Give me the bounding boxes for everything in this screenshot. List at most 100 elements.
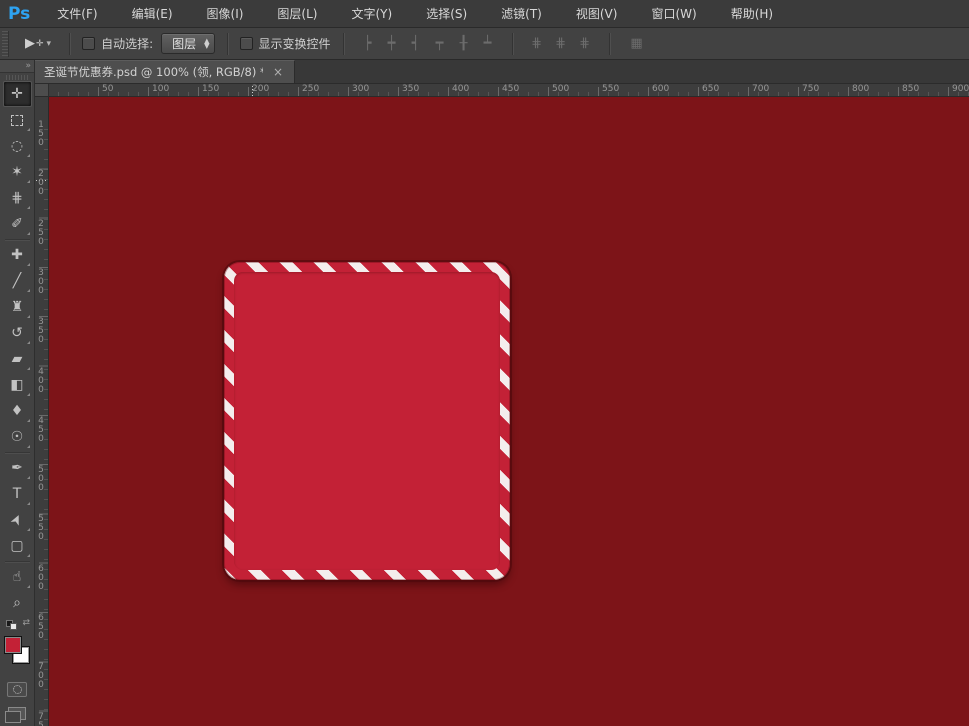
shape-tool[interactable]: ▢ [3,533,32,559]
coupon-shape-layer[interactable] [224,262,510,580]
rectangular-marquee-tool[interactable] [3,107,32,133]
shape-tool-icon: ▢ [10,539,23,553]
align-top-edges-icon[interactable]: ┯ [428,33,452,55]
path-selection-tool-icon: ➤ [8,512,26,529]
type-tool[interactable]: T [3,481,32,507]
tool-group-divider [5,561,30,562]
menu-item-0[interactable]: 文件(F) [40,0,114,27]
zoom-tool[interactable]: ⌕ [3,590,32,616]
align-horizontal-centers-icon[interactable]: ┿ [380,33,404,55]
spot-healing-brush-tool-icon: ✚ [11,248,23,262]
gradient-tool-icon: ◧ [10,378,23,392]
history-brush-tool[interactable]: ↺ [3,320,32,346]
chevron-down-icon: ▾ [47,39,52,49]
h-ruler-label: 150 [202,84,219,94]
separator [69,33,70,55]
auto-select-label: 自动选择: [101,35,153,52]
show-transform-checkbox[interactable] [240,37,253,50]
auto-select-checkbox[interactable] [82,37,95,50]
swap-colors-icon[interactable]: ⇄ [22,618,30,628]
pen-tool[interactable]: ✒ [3,455,32,481]
hand-tool[interactable]: ☝ [3,564,32,590]
menu-item-3[interactable]: 图层(L) [260,0,334,27]
h-ruler-label: 600 [652,84,669,94]
quick-mask-button[interactable] [7,682,27,697]
menu-item-7[interactable]: 视图(V) [559,0,635,27]
gradient-tool[interactable]: ◧ [3,372,32,398]
horizontal-ruler[interactable]: 5010015020025030035040045050055060065070… [35,84,969,97]
h-ruler-label: 200 [252,84,269,94]
brush-tool[interactable]: ╱ [3,268,32,294]
h-ruler-label: 550 [602,84,619,94]
foreground-color-swatch[interactable] [4,636,22,654]
photoshop-logo: Ps [0,4,40,24]
auto-select-target-dropdown[interactable]: 图层 ▲ ▼ [161,33,214,54]
crop-tool[interactable]: ⋕ [3,185,32,211]
blur-tool[interactable]: ♦ [3,398,32,424]
document-tab[interactable]: 圣诞节优惠券.psd @ 100% (领, RGB/8) * × [35,60,295,83]
distribute-horizontal-centers-icon[interactable]: ⋕ [549,33,573,55]
eyedropper-tool[interactable]: ✐ [3,211,32,237]
type-tool-icon: T [13,487,22,501]
auto-align-layers-icon[interactable]: ▦ [622,33,652,55]
default-colors-bg-icon[interactable] [10,623,17,630]
options-bar-grip[interactable] [2,31,9,57]
eraser-tool-icon: ▰ [12,352,23,366]
menu-item-4[interactable]: 文字(Y) [334,0,409,27]
menu-item-6[interactable]: 滤镜(T) [484,0,559,27]
lasso-tool[interactable]: ◌ [3,133,32,159]
h-ruler-label: 250 [302,84,319,94]
clone-stamp-tool[interactable]: ♜ [3,294,32,320]
v-ruler-label: 300 [36,268,46,295]
v-ruler-label: 600 [36,564,46,591]
spot-healing-brush-tool[interactable]: ✚ [3,242,32,268]
h-ruler-label: 50 [102,84,113,94]
close-icon[interactable]: × [271,65,285,79]
align-bottom-edges-icon[interactable]: ┷ [476,33,500,55]
screen-mode-button[interactable] [8,707,26,720]
v-ruler-label: 750 [36,712,46,726]
menu-item-9[interactable]: 帮助(H) [714,0,790,27]
vertical-ruler[interactable]: 150200250300350400450500550600650700750 [35,97,49,726]
quick-selection-tool[interactable]: ✶ [3,159,32,185]
history-brush-tool-icon: ↺ [11,326,23,340]
v-ruler-label: 450 [36,416,46,443]
menu-item-5[interactable]: 选择(S) [409,0,484,27]
separator [512,33,513,55]
tool-group-divider [5,239,30,240]
ruler-origin-corner[interactable] [35,84,49,97]
collapse-panel-button[interactable]: » [0,60,34,73]
h-ruler-label: 300 [352,84,369,94]
h-ruler-label: 100 [152,84,169,94]
align-right-edges-icon[interactable]: ┥ [404,33,428,55]
lasso-tool-icon: ◌ [11,139,23,153]
eraser-tool[interactable]: ▰ [3,346,32,372]
distribute-right-edges-icon[interactable]: ⋕ [573,33,597,55]
separator [609,33,610,55]
h-ruler-label: 400 [452,84,469,94]
color-swatches [0,634,34,672]
menu-item-2[interactable]: 图像(I) [190,0,261,27]
move-tool[interactable]: ✛ [3,81,32,107]
menu-item-8[interactable]: 窗口(W) [634,0,713,27]
path-selection-tool[interactable]: ➤ [3,507,32,533]
menu-item-1[interactable]: 编辑(E) [115,0,190,27]
dodge-tool[interactable]: ☉ [3,424,32,450]
canvas[interactable] [49,97,969,726]
blur-tool-icon: ♦ [11,404,24,418]
tool-preset-picker[interactable]: ▶ ✛ ▾ [19,34,57,53]
menu-bar: Ps 文件(F)编辑(E)图像(I)图层(L)文字(Y)选择(S)滤镜(T)视图… [0,0,969,28]
move-tool-icon: ✛ [11,87,23,101]
align-vertical-centers-icon[interactable]: ╂ [452,33,476,55]
v-ruler-label: 350 [36,317,46,344]
document-title: 圣诞节优惠券.psd @ 100% (领, RGB/8) * [44,64,263,80]
marquee-icon [11,115,23,126]
dodge-tool-icon: ☉ [11,430,24,444]
h-ruler-label: 700 [752,84,769,94]
menu-list: 文件(F)编辑(E)图像(I)图层(L)文字(Y)选择(S)滤镜(T)视图(V)… [40,0,790,27]
distribute-left-edges-icon[interactable]: ⋕ [525,33,549,55]
separator [227,33,228,55]
align-left-edges-icon[interactable]: ┝ [356,33,380,55]
tools-panel-grip[interactable] [6,75,28,80]
v-ruler-label: 550 [36,514,46,541]
